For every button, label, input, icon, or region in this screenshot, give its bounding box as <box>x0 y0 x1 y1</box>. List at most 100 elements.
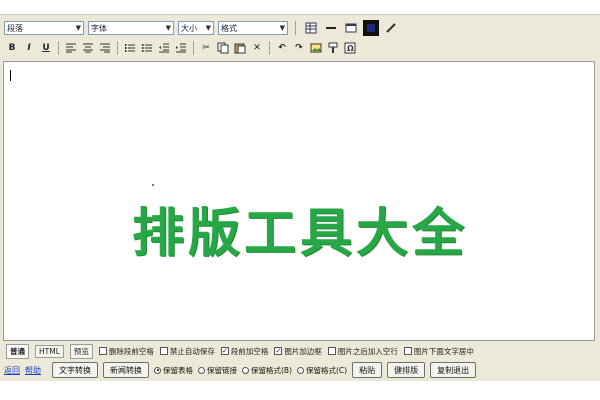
chevron-down-icon: ▼ <box>205 24 211 32</box>
tab-normal[interactable]: 普通 <box>6 343 29 359</box>
radio-option-3[interactable]: 保留格式(B) <box>242 365 292 376</box>
bottom-bar: 返回 帮助 文字转换 新闻转换 保留表格 保留链接 保留格式(B) 保留格式(C… <box>0 361 600 379</box>
style-select[interactable]: 格式 ▼ <box>218 21 288 35</box>
radio-option-2[interactable]: 保留链接 <box>198 365 237 376</box>
chevron-down-icon: ▼ <box>279 24 285 32</box>
radio-dot[interactable] <box>154 366 161 374</box>
font-color-button[interactable] <box>363 20 379 36</box>
tab-preview[interactable]: 预览 <box>69 343 93 359</box>
numbered-list-icon <box>125 44 135 52</box>
cut-button[interactable]: ✂ <box>198 40 214 56</box>
paintbrush-icon <box>328 42 338 53</box>
table-icon <box>305 22 317 34</box>
paragraph-select[interactable]: 段落 ▼ <box>4 21 84 35</box>
checkbox-label: 图片下面文字居中 <box>413 346 474 356</box>
special-char-icon: Ω <box>344 42 356 54</box>
color-swatch-icon <box>367 24 375 32</box>
paste-icon <box>234 43 246 54</box>
insert-table-button[interactable] <box>303 20 319 36</box>
align-center-icon <box>83 43 93 53</box>
align-center-button[interactable] <box>80 40 96 56</box>
stray-dot <box>152 184 154 186</box>
outdent-button[interactable] <box>156 40 172 56</box>
checkbox-label: 图片加边框 <box>284 346 322 356</box>
editor-area[interactable]: 排版工具大全 <box>3 61 595 341</box>
font-select[interactable]: 字体 ▼ <box>88 21 174 35</box>
checkbox-option-1[interactable]: 删除段前空格 <box>98 346 154 357</box>
checkbox-box[interactable] <box>159 347 168 355</box>
checkbox-option-6[interactable]: 图片下面文字居中 <box>403 346 474 357</box>
paste-action-button[interactable]: 粘贴 <box>352 362 383 378</box>
horizontal-rule-button[interactable] <box>323 20 339 36</box>
radio-option-1[interactable]: 保留表格 <box>154 365 193 376</box>
checkbox-option-2[interactable]: 禁止自动保存 <box>159 346 215 357</box>
quick-format-button[interactable]: 健排版 <box>387 362 426 378</box>
format-brush-button[interactable] <box>325 40 341 56</box>
text-convert-button[interactable]: 文字转换 <box>52 362 98 378</box>
insert-frame-button[interactable] <box>343 20 359 36</box>
toolbar-row-1: 段落 ▼ 字体 ▼ 大小 ▼ 格式 ▼ <box>4 19 399 37</box>
italic-button[interactable]: I <box>21 40 37 56</box>
paste-button[interactable] <box>232 40 248 56</box>
bold-button[interactable]: B <box>4 40 20 56</box>
editor-window: 段落 ▼ 字体 ▼ 大小 ▼ 格式 ▼ B I U ✂ ✕ ↶ ↷ Ω 排版工具… <box>0 14 600 381</box>
toolbar-divider <box>193 41 194 55</box>
text-cursor <box>10 70 11 81</box>
toolbar-divider <box>58 41 59 55</box>
radio-dot[interactable] <box>297 366 304 374</box>
redo-button[interactable]: ↷ <box>291 40 307 56</box>
ordered-list-button[interactable] <box>122 40 138 56</box>
align-right-button[interactable] <box>97 40 113 56</box>
close-icon: ✕ <box>253 43 261 53</box>
special-char-button[interactable]: Ω <box>342 40 358 56</box>
help-link[interactable]: 帮助 <box>25 365 41 376</box>
undo-button[interactable]: ↶ <box>274 40 290 56</box>
redo-icon: ↷ <box>295 43 303 53</box>
unordered-list-button[interactable] <box>139 40 155 56</box>
indent-icon <box>176 43 186 53</box>
italic-icon: I <box>27 43 31 53</box>
editor-title-text: 排版工具大全 <box>131 203 468 264</box>
align-right-icon <box>100 43 110 53</box>
checkbox-box[interactable]: ✓ <box>274 347 283 355</box>
radio-label: 保留格式(B) <box>251 365 292 375</box>
delete-button[interactable]: ✕ <box>249 40 265 56</box>
bold-icon: B <box>8 43 16 53</box>
outdent-icon <box>159 43 169 53</box>
undo-icon: ↶ <box>278 43 286 53</box>
tab-html[interactable]: HTML <box>35 344 64 358</box>
scissors-icon: ✂ <box>202 43 210 53</box>
chevron-down-icon: ▼ <box>75 24 81 32</box>
checkbox-box[interactable] <box>327 347 336 355</box>
news-convert-button[interactable]: 新闻转换 <box>103 362 149 378</box>
toolbar-divider <box>269 41 270 55</box>
copy-exit-button[interactable]: 复制退出 <box>430 362 477 378</box>
radio-option-4[interactable]: 保留格式(C) <box>297 365 347 376</box>
checkbox-box[interactable] <box>98 347 107 355</box>
radio-dot[interactable] <box>242 366 249 374</box>
checkbox-label: 删除段前空格 <box>108 346 154 356</box>
chevron-down-icon: ▼ <box>165 24 171 32</box>
toolbar-row-2: B I U ✂ ✕ ↶ ↷ Ω <box>4 39 358 57</box>
window-icon <box>345 23 357 33</box>
checkbox-option-5[interactable]: 图片之后加入空行 <box>327 346 398 357</box>
checkbox-box[interactable] <box>403 347 412 355</box>
checkbox-box[interactable]: ✓ <box>220 347 229 355</box>
checkbox-option-3[interactable]: ✓ 段前加空格 <box>220 346 268 357</box>
checkbox-option-4[interactable]: ✓ 图片加边框 <box>274 346 322 357</box>
indent-button[interactable] <box>173 40 189 56</box>
back-link[interactable]: 返回 <box>4 365 20 376</box>
size-select-value: 大小 <box>181 23 197 33</box>
bullet-list-icon <box>141 44 152 52</box>
radio-label: 保留链接 <box>207 365 237 375</box>
checkbox-label: 图片之后加入空行 <box>337 346 398 356</box>
align-left-icon <box>66 43 76 53</box>
align-left-button[interactable] <box>63 40 79 56</box>
insert-image-button[interactable] <box>308 40 324 56</box>
radio-dot[interactable] <box>198 366 205 374</box>
image-icon <box>310 43 322 53</box>
highlight-button[interactable] <box>383 20 399 36</box>
underline-button[interactable]: U <box>38 40 54 56</box>
size-select[interactable]: 大小 ▼ <box>178 21 214 35</box>
copy-button[interactable] <box>215 40 231 56</box>
